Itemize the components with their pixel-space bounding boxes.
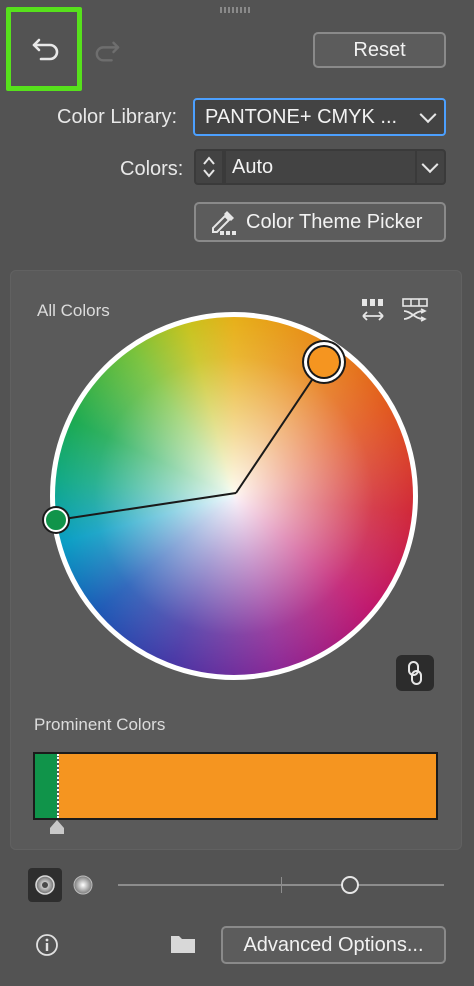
prominent-marker-icon[interactable] bbox=[50, 820, 64, 828]
color-theme-picker-button[interactable]: Color Theme Picker bbox=[194, 202, 446, 242]
saturation-mode-icon bbox=[35, 875, 55, 895]
prominent-segment-orange[interactable] bbox=[59, 754, 436, 818]
folder-icon bbox=[171, 936, 195, 953]
brightness-mode-icon bbox=[73, 875, 93, 895]
color-handle-orange-swatch bbox=[309, 347, 339, 377]
brightness-mode-button[interactable] bbox=[66, 868, 100, 902]
color-handle-green[interactable] bbox=[44, 508, 68, 532]
saturation-mode-button[interactable] bbox=[28, 868, 62, 902]
color-wheel[interactable] bbox=[50, 312, 418, 680]
redo-icon bbox=[95, 41, 120, 62]
redo-button[interactable] bbox=[90, 36, 124, 68]
colors-label: Colors: bbox=[120, 158, 184, 180]
colors-value: Auto bbox=[232, 155, 274, 178]
recolor-panel: Reset Color Library: PANTONE+ CMYK ... C… bbox=[0, 0, 474, 986]
chevron-down-icon bbox=[419, 106, 437, 124]
undo-icon bbox=[32, 38, 59, 61]
spread-colors-button[interactable] bbox=[358, 296, 388, 324]
prominent-colors-bar[interactable] bbox=[33, 752, 438, 820]
panel-grip[interactable] bbox=[220, 7, 252, 13]
prominent-segment-green[interactable] bbox=[35, 754, 57, 818]
stepper-icon bbox=[203, 156, 215, 178]
advanced-options-button[interactable]: Advanced Options... bbox=[221, 926, 446, 964]
info-icon bbox=[36, 934, 58, 956]
color-handle-orange[interactable] bbox=[304, 342, 344, 382]
link-icon bbox=[408, 661, 422, 685]
reset-button[interactable]: Reset bbox=[313, 32, 446, 68]
link-harmony-button[interactable] bbox=[396, 655, 434, 691]
eyedropper-icon bbox=[212, 211, 236, 235]
undo-button[interactable] bbox=[28, 32, 64, 68]
swatch-row-shuffle-icon bbox=[402, 298, 428, 322]
colors-dropdown-button[interactable] bbox=[415, 149, 446, 185]
all-colors-title: All Colors bbox=[37, 301, 110, 320]
slider-tick bbox=[281, 877, 282, 893]
color-library-label: Color Library: bbox=[57, 106, 178, 128]
info-button[interactable] bbox=[34, 932, 60, 958]
folder-button[interactable] bbox=[168, 930, 198, 958]
swatch-row-arrows-icon bbox=[362, 299, 384, 321]
slider-knob[interactable] bbox=[341, 876, 359, 894]
shuffle-colors-button[interactable] bbox=[400, 296, 430, 324]
chevron-down-icon bbox=[421, 156, 439, 174]
colors-stepper[interactable] bbox=[194, 149, 224, 185]
color-theme-picker-label: Color Theme Picker bbox=[246, 210, 423, 233]
colors-input[interactable]: Auto bbox=[224, 149, 417, 185]
prominent-colors-title: Prominent Colors bbox=[34, 715, 166, 734]
color-library-select[interactable]: PANTONE+ CMYK ... bbox=[193, 98, 446, 136]
color-library-value: PANTONE+ CMYK ... bbox=[205, 105, 398, 128]
prominent-marker-base[interactable] bbox=[50, 828, 64, 834]
